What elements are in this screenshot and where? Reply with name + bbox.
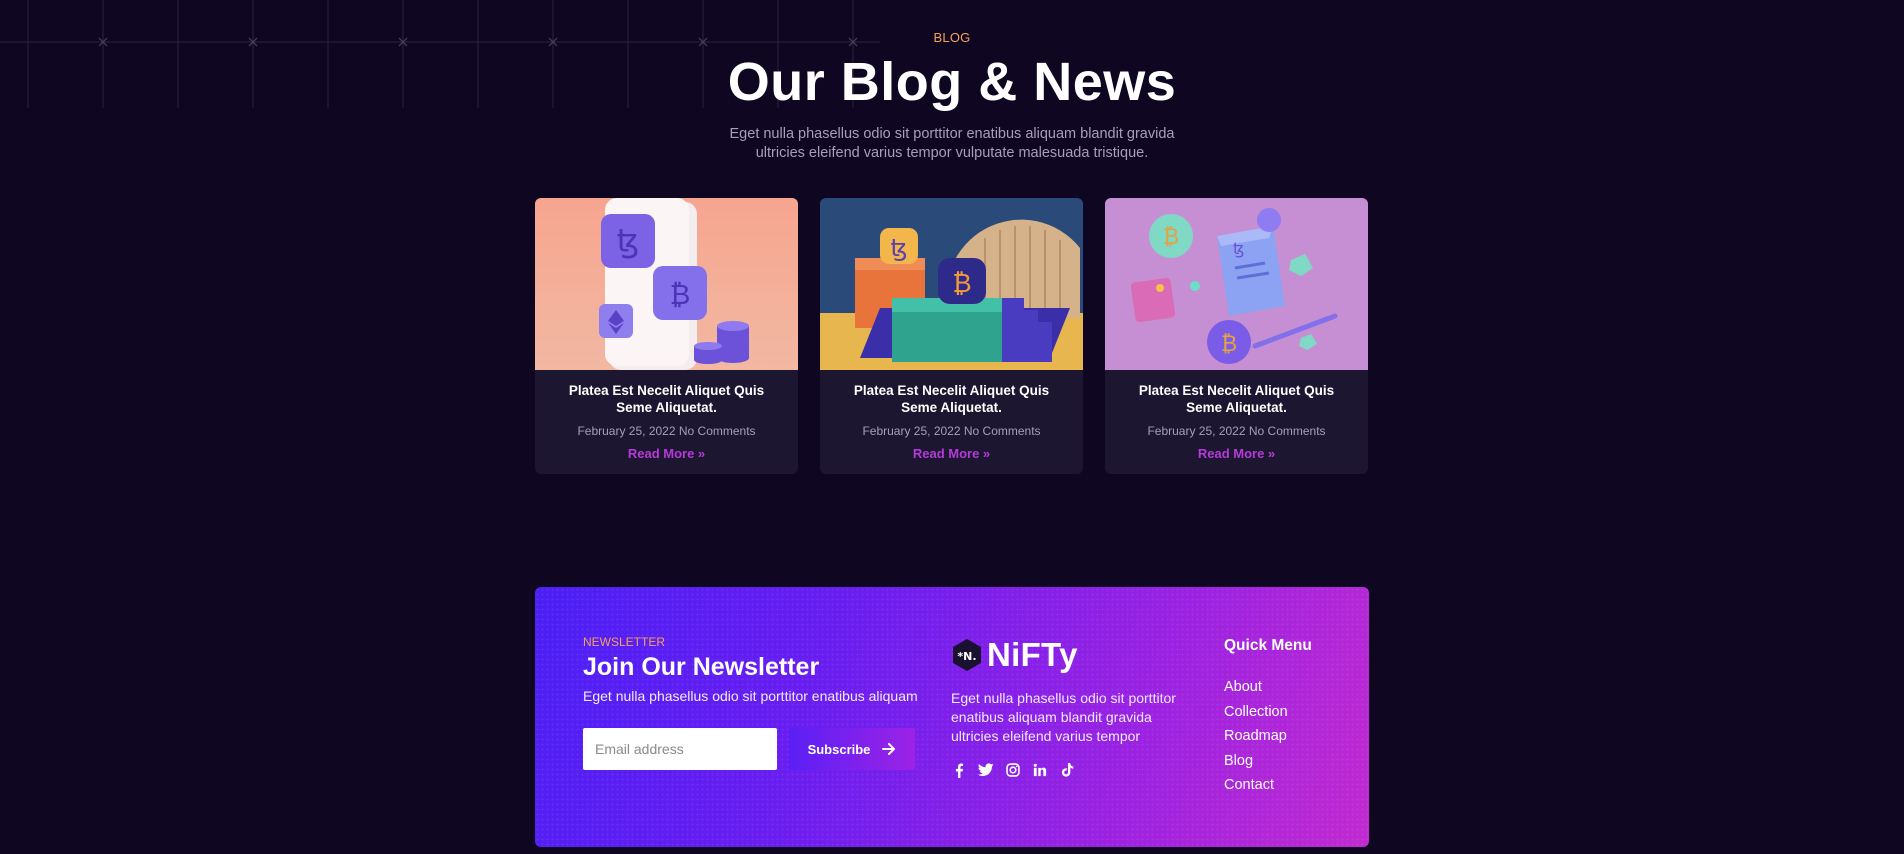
menu-item-collection[interactable]: Collection — [1224, 704, 1312, 729]
quick-menu-list: About Collection Roadmap Blog Contact — [1224, 679, 1312, 802]
post-comments[interactable]: No Comments — [964, 424, 1041, 438]
quick-menu: Quick Menu About Collection Roadmap Blog… — [1224, 637, 1312, 802]
blog-card-title[interactable]: Platea Est Necelit Aliquet Quis Seme Ali… — [1119, 382, 1354, 416]
blog-card-title[interactable]: Platea Est Necelit Aliquet Quis Seme Ali… — [549, 382, 784, 416]
newsletter-footer: NEWSLETTER Join Our Newsletter Eget null… — [535, 587, 1369, 847]
tiktok-icon[interactable] — [1059, 762, 1075, 778]
arrow-right-icon — [882, 743, 896, 755]
menu-item-blog[interactable]: Blog — [1224, 753, 1312, 778]
newsletter-section: NEWSLETTER Join Our Newsletter Eget null… — [583, 635, 923, 770]
read-more-link[interactable]: Read More » — [913, 446, 990, 461]
svg-text:ꜩ: ꜩ — [890, 234, 907, 262]
blog-title: Our Blog & News — [727, 52, 1177, 112]
brand-logo[interactable]: *N. NiFTy — [951, 635, 1181, 675]
post-comments[interactable]: No Comments — [679, 424, 756, 438]
quick-menu-title: Quick Menu — [1224, 637, 1312, 654]
blog-card-image[interactable]: ꜩ ₿ — [535, 198, 798, 370]
blog-header: BLOG Our Blog & News Eget nulla phasellu… — [0, 30, 1904, 163]
newsletter-eyebrow: NEWSLETTER — [583, 635, 666, 649]
menu-item-contact[interactable]: Contact — [1224, 777, 1312, 802]
post-date: February 25, 2022 — [577, 424, 676, 438]
blog-card: ₿ ꜩ ₿ Platea Est Necelit Aliquet Quis Se… — [1105, 198, 1368, 474]
subscribe-button[interactable]: Subscribe — [789, 728, 915, 770]
blog-subtitle: Eget nulla phasellus odio sit porttitor … — [729, 126, 1175, 161]
menu-item-about[interactable]: About — [1224, 679, 1312, 704]
blog-card-image[interactable]: ₿ ꜩ ₿ — [1105, 198, 1368, 370]
blog-eyebrow: BLOG — [933, 30, 971, 45]
svg-text:ꜩ: ꜩ — [617, 222, 640, 260]
post-date: February 25, 2022 — [1147, 424, 1246, 438]
read-more-link[interactable]: Read More » — [628, 446, 705, 461]
blog-card-meta: February 25, 2022 No Comments — [820, 424, 1083, 438]
newsletter-form: Subscribe — [583, 728, 923, 770]
linkedin-icon[interactable] — [1032, 762, 1048, 778]
blog-card: ꜩ ₿ Platea Est Necelit Aliquet Quis Seme… — [820, 198, 1083, 474]
blog-card-title[interactable]: Platea Est Necelit Aliquet Quis Seme Ali… — [834, 382, 1069, 416]
blog-card-meta: February 25, 2022 No Comments — [1105, 424, 1368, 438]
svg-text:₿: ₿ — [952, 269, 971, 299]
newsletter-title: Join Our Newsletter — [583, 653, 820, 681]
facebook-icon[interactable] — [951, 762, 967, 778]
read-more-link[interactable]: Read More » — [1198, 446, 1275, 461]
svg-text:₿: ₿ — [1163, 225, 1179, 250]
logo-mark-text: *N. — [957, 650, 976, 663]
blog-card: ꜩ ₿ Platea Est Necelit Aliquet Quis Seme… — [535, 198, 798, 474]
logo-mark: *N. — [953, 639, 981, 671]
blog-card-image[interactable]: ꜩ ₿ — [820, 198, 1083, 370]
brand-description: Eget nulla phasellus odio sit porttitor … — [951, 690, 1176, 744]
newsletter-subtitle: Eget nulla phasellus odio sit porttitor … — [583, 688, 918, 704]
blog-card-meta: February 25, 2022 No Comments — [535, 424, 798, 438]
svg-text:ꜩ: ꜩ — [1233, 239, 1244, 258]
svg-text:₿: ₿ — [1221, 332, 1237, 357]
subscribe-label: Subscribe — [807, 741, 871, 757]
brand-section: *N. NiFTy Eget nulla phasellus odio sit … — [951, 635, 1181, 778]
twitter-icon[interactable] — [978, 762, 994, 778]
menu-item-roadmap[interactable]: Roadmap — [1224, 728, 1312, 753]
email-input[interactable] — [583, 728, 777, 770]
social-links — [951, 762, 1181, 778]
instagram-icon[interactable] — [1005, 762, 1021, 778]
svg-text:₿: ₿ — [670, 278, 691, 311]
post-comments[interactable]: No Comments — [1249, 424, 1326, 438]
post-date: February 25, 2022 — [862, 424, 961, 438]
brand-name: NiFTy — [987, 636, 1078, 673]
blog-cards: ꜩ ₿ Platea Est Necelit Aliquet Quis Seme… — [535, 198, 1369, 474]
